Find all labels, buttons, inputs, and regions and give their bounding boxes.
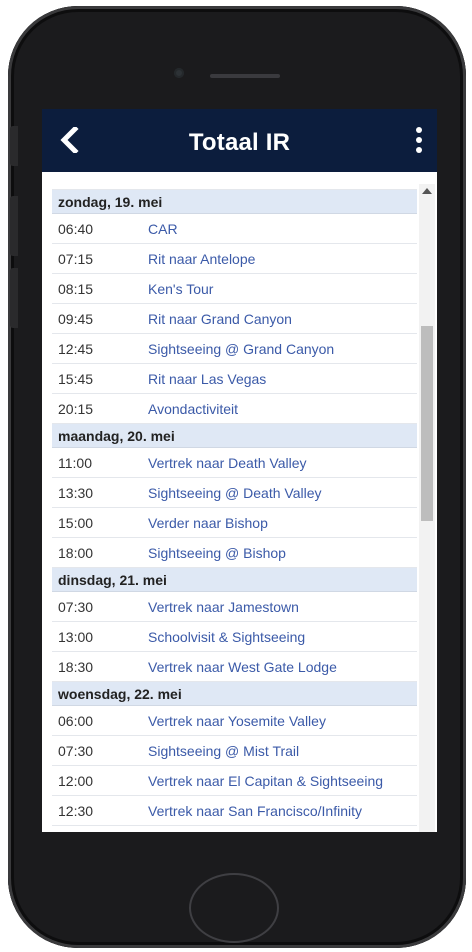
- schedule-row[interactable]: 12:45 Sightseeing @ Grand Canyon: [52, 334, 417, 364]
- schedule-row[interactable]: 13:00 Schoolvisit & Sightseeing: [52, 622, 417, 652]
- activity-link[interactable]: Vertrek naar Jamestown: [148, 599, 417, 615]
- row-time: 18:30: [58, 658, 94, 675]
- day-header: dinsdag, 21. mei: [52, 568, 417, 592]
- row-time: 06:00: [58, 712, 94, 729]
- activity-link[interactable]: Verder naar Bishop: [148, 515, 417, 531]
- schedule-row[interactable]: 07:15 Rit naar Antelope: [52, 244, 417, 274]
- row-time: 12:45: [58, 340, 94, 357]
- row-time: 07:15: [58, 250, 94, 267]
- app-bar: Totaal IR: [42, 109, 437, 172]
- camera-icon: [174, 68, 184, 78]
- day-header: zondag, 19. mei: [52, 190, 417, 214]
- schedule-row[interactable]: 15:45 Rit naar Las Vegas: [52, 364, 417, 394]
- row-time: 08:15: [58, 280, 94, 297]
- more-vert-icon[interactable]: [414, 127, 424, 155]
- row-time: 15:00: [58, 514, 94, 531]
- scroll-thumb[interactable]: [421, 326, 433, 521]
- activity-link[interactable]: Sightseeing @ Bishop: [148, 545, 417, 561]
- activity-link[interactable]: Vertrek naar El Capitan & Sightseeing: [148, 773, 417, 789]
- activity-link[interactable]: Rit naar Las Vegas: [148, 371, 417, 387]
- row-time: 13:30: [58, 484, 94, 501]
- activity-link[interactable]: Rit naar Grand Canyon: [148, 311, 417, 327]
- app-screen: Totaal IR zondag, 19. mei 06:40 CAR 07:15 Ri…: [42, 109, 437, 832]
- volume-down-button: [10, 268, 18, 328]
- row-time: 11:00: [58, 454, 92, 471]
- schedule-row[interactable]: 07:30 Vertrek naar Jamestown: [52, 592, 417, 622]
- row-time: 18:00: [58, 544, 94, 561]
- activity-link[interactable]: Vertrek naar Yosemite Valley: [148, 713, 417, 729]
- schedule-row[interactable]: 18:00 Sightseeing @ Bishop: [52, 538, 417, 568]
- activity-link[interactable]: Vertrek naar West Gate Lodge: [148, 659, 417, 675]
- row-time: 07:30: [58, 598, 94, 615]
- schedule-row[interactable]: 12:30 Vertrek naar San Francisco/Infinity: [52, 796, 417, 826]
- activity-link[interactable]: Vertrek naar Death Valley: [148, 455, 417, 471]
- home-button[interactable]: [189, 873, 279, 943]
- schedule-row[interactable]: 08:15 Ken's Tour: [52, 274, 417, 304]
- row-time: 15:45: [58, 370, 94, 387]
- schedule-row[interactable]: 07:30 Sightseeing @ Mist Trail: [52, 736, 417, 766]
- activity-link[interactable]: Ken's Tour: [148, 281, 417, 297]
- day-header: maandag, 20. mei: [52, 424, 417, 448]
- activity-link[interactable]: Vertrek naar San Francisco/Infinity: [148, 803, 417, 819]
- activity-link[interactable]: Sightseeing @ Grand Canyon: [148, 341, 417, 357]
- row-time: 20:15: [58, 400, 94, 417]
- row-time: 12:00: [58, 772, 94, 789]
- schedule-row[interactable]: 09:45 Rit naar Grand Canyon: [52, 304, 417, 334]
- row-time: 09:45: [58, 310, 94, 327]
- day-header: woensdag, 22. mei: [52, 682, 417, 706]
- speaker-grille: [210, 74, 280, 78]
- activity-link[interactable]: Sightseeing @ Death Valley: [148, 485, 417, 501]
- row-time: 07:30: [58, 742, 94, 759]
- schedule-row[interactable]: 15:00 Verder naar Bishop: [52, 508, 417, 538]
- schedule-row[interactable]: 06:00 Vertrek naar Yosemite Valley: [52, 706, 417, 736]
- mute-switch: [10, 126, 18, 166]
- schedule-row[interactable]: 18:30 Vertrek naar West Gate Lodge: [52, 652, 417, 682]
- scroll-up-icon[interactable]: [422, 188, 432, 194]
- row-time: 06:40: [58, 220, 94, 237]
- activity-link[interactable]: Schoolvisit & Sightseeing: [148, 629, 417, 645]
- page-title: Totaal IR: [188, 129, 291, 156]
- activity-link[interactable]: Rit naar Antelope: [148, 251, 417, 267]
- schedule-row[interactable]: 13:30 Sightseeing @ Death Valley: [52, 478, 417, 508]
- activity-link[interactable]: CAR: [148, 221, 417, 237]
- activity-link[interactable]: Avondactiviteit: [148, 401, 417, 417]
- schedule-row[interactable]: 12:00 Vertrek naar El Capitan & Sightseei…: [52, 766, 417, 796]
- schedule-row[interactable]: 11:00 Vertrek naar Death Valley: [52, 448, 417, 478]
- volume-up-button: [10, 196, 18, 256]
- scrollbar[interactable]: [419, 184, 435, 832]
- schedule-row[interactable]: 06:40 CAR: [52, 214, 417, 244]
- row-time: 12:30: [58, 802, 94, 819]
- row-time: 13:00: [58, 628, 94, 645]
- schedule-row[interactable]: 20:15 Avondactiviteit: [52, 394, 417, 424]
- schedule-list[interactable]: zondag, 19. mei 06:40 CAR 07:15 Rit naar Ant…: [52, 184, 417, 832]
- activity-link[interactable]: Sightseeing @ Mist Trail: [148, 743, 417, 759]
